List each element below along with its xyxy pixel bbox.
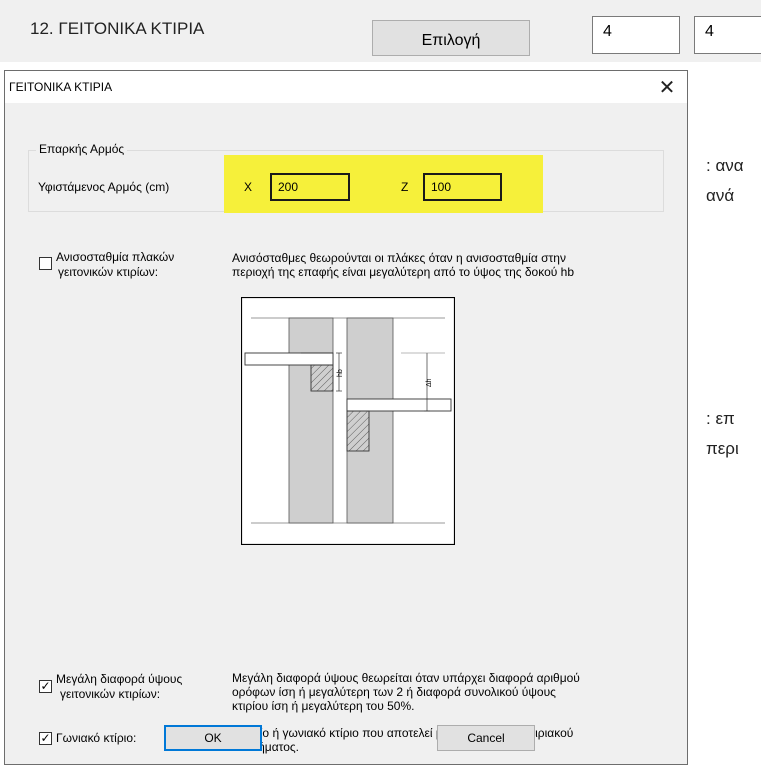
close-icon[interactable]: ✕	[653, 74, 681, 100]
side-text-4: περι	[706, 439, 739, 458]
corner-building-label: Γωνιακό κτίριο:	[56, 731, 137, 745]
slab-offset-label: Ανισοσταθμία πλακών γειτονικών κτιρίων:	[56, 250, 175, 279]
z-joint-input[interactable]: 100	[423, 173, 502, 201]
top-strip: 12. ΓΕΙΤΟΝΙΚΑ ΚΤΙΡΙΑ Επιλογή 4 4	[0, 0, 761, 62]
x-label: X	[244, 180, 253, 194]
side-text-1: : ανα	[706, 156, 744, 175]
neighboring-buildings-dialog: ΓΕΙΤΟΝΙΚΑ ΚΤΙΡΙΑ ✕ Επαρκής Αρμός Υφιστάμ…	[4, 70, 688, 765]
ok-button[interactable]: OK	[164, 725, 262, 751]
z-label: Z	[401, 180, 409, 194]
select-button[interactable]: Επιλογή	[372, 20, 530, 56]
value-box-1[interactable]: 4	[592, 16, 680, 54]
slab-offset-diagram: hb Δh	[241, 297, 455, 545]
slab-offset-description: Ανισόσταθμες θεωρούνται οι πλάκες όταν η…	[232, 251, 574, 279]
joint-group-legend: Επαρκής Αρμός	[36, 142, 128, 156]
dh-label: Δh	[426, 378, 433, 387]
height-difference-description: Μεγάλη διαφορά ύψους θεωρείται όταν υπάρ…	[232, 671, 580, 713]
cancel-button[interactable]: Cancel	[437, 725, 535, 751]
dialog-title: ΓΕΙΤΟΝΙΚΑ ΚΤΙΡΙΑ	[9, 80, 113, 94]
side-text-2: ανά	[706, 186, 735, 205]
side-text-3: : επ	[706, 409, 735, 428]
section-title: 12. ΓΕΙΤΟΝΙΚΑ ΚΤΙΡΙΑ	[30, 19, 205, 38]
dialog-titlebar: ΓΕΙΤΟΝΙΚΑ ΚΤΙΡΙΑ ✕	[5, 71, 687, 103]
existing-joint-label: Υφιστάμενος Αρμός (cm)	[38, 180, 170, 194]
x-joint-input[interactable]: 200	[270, 173, 350, 201]
value-box-2[interactable]: 4	[694, 16, 761, 54]
height-difference-checkbox[interactable]: ✓	[39, 680, 52, 693]
height-difference-label: Μεγάλη διαφορά ύψους γειτονικών κτιρίων:	[56, 672, 183, 701]
hb-label: hb	[337, 369, 344, 377]
slab-offset-checkbox[interactable]	[39, 257, 52, 270]
corner-building-checkbox[interactable]: ✓	[39, 732, 52, 745]
